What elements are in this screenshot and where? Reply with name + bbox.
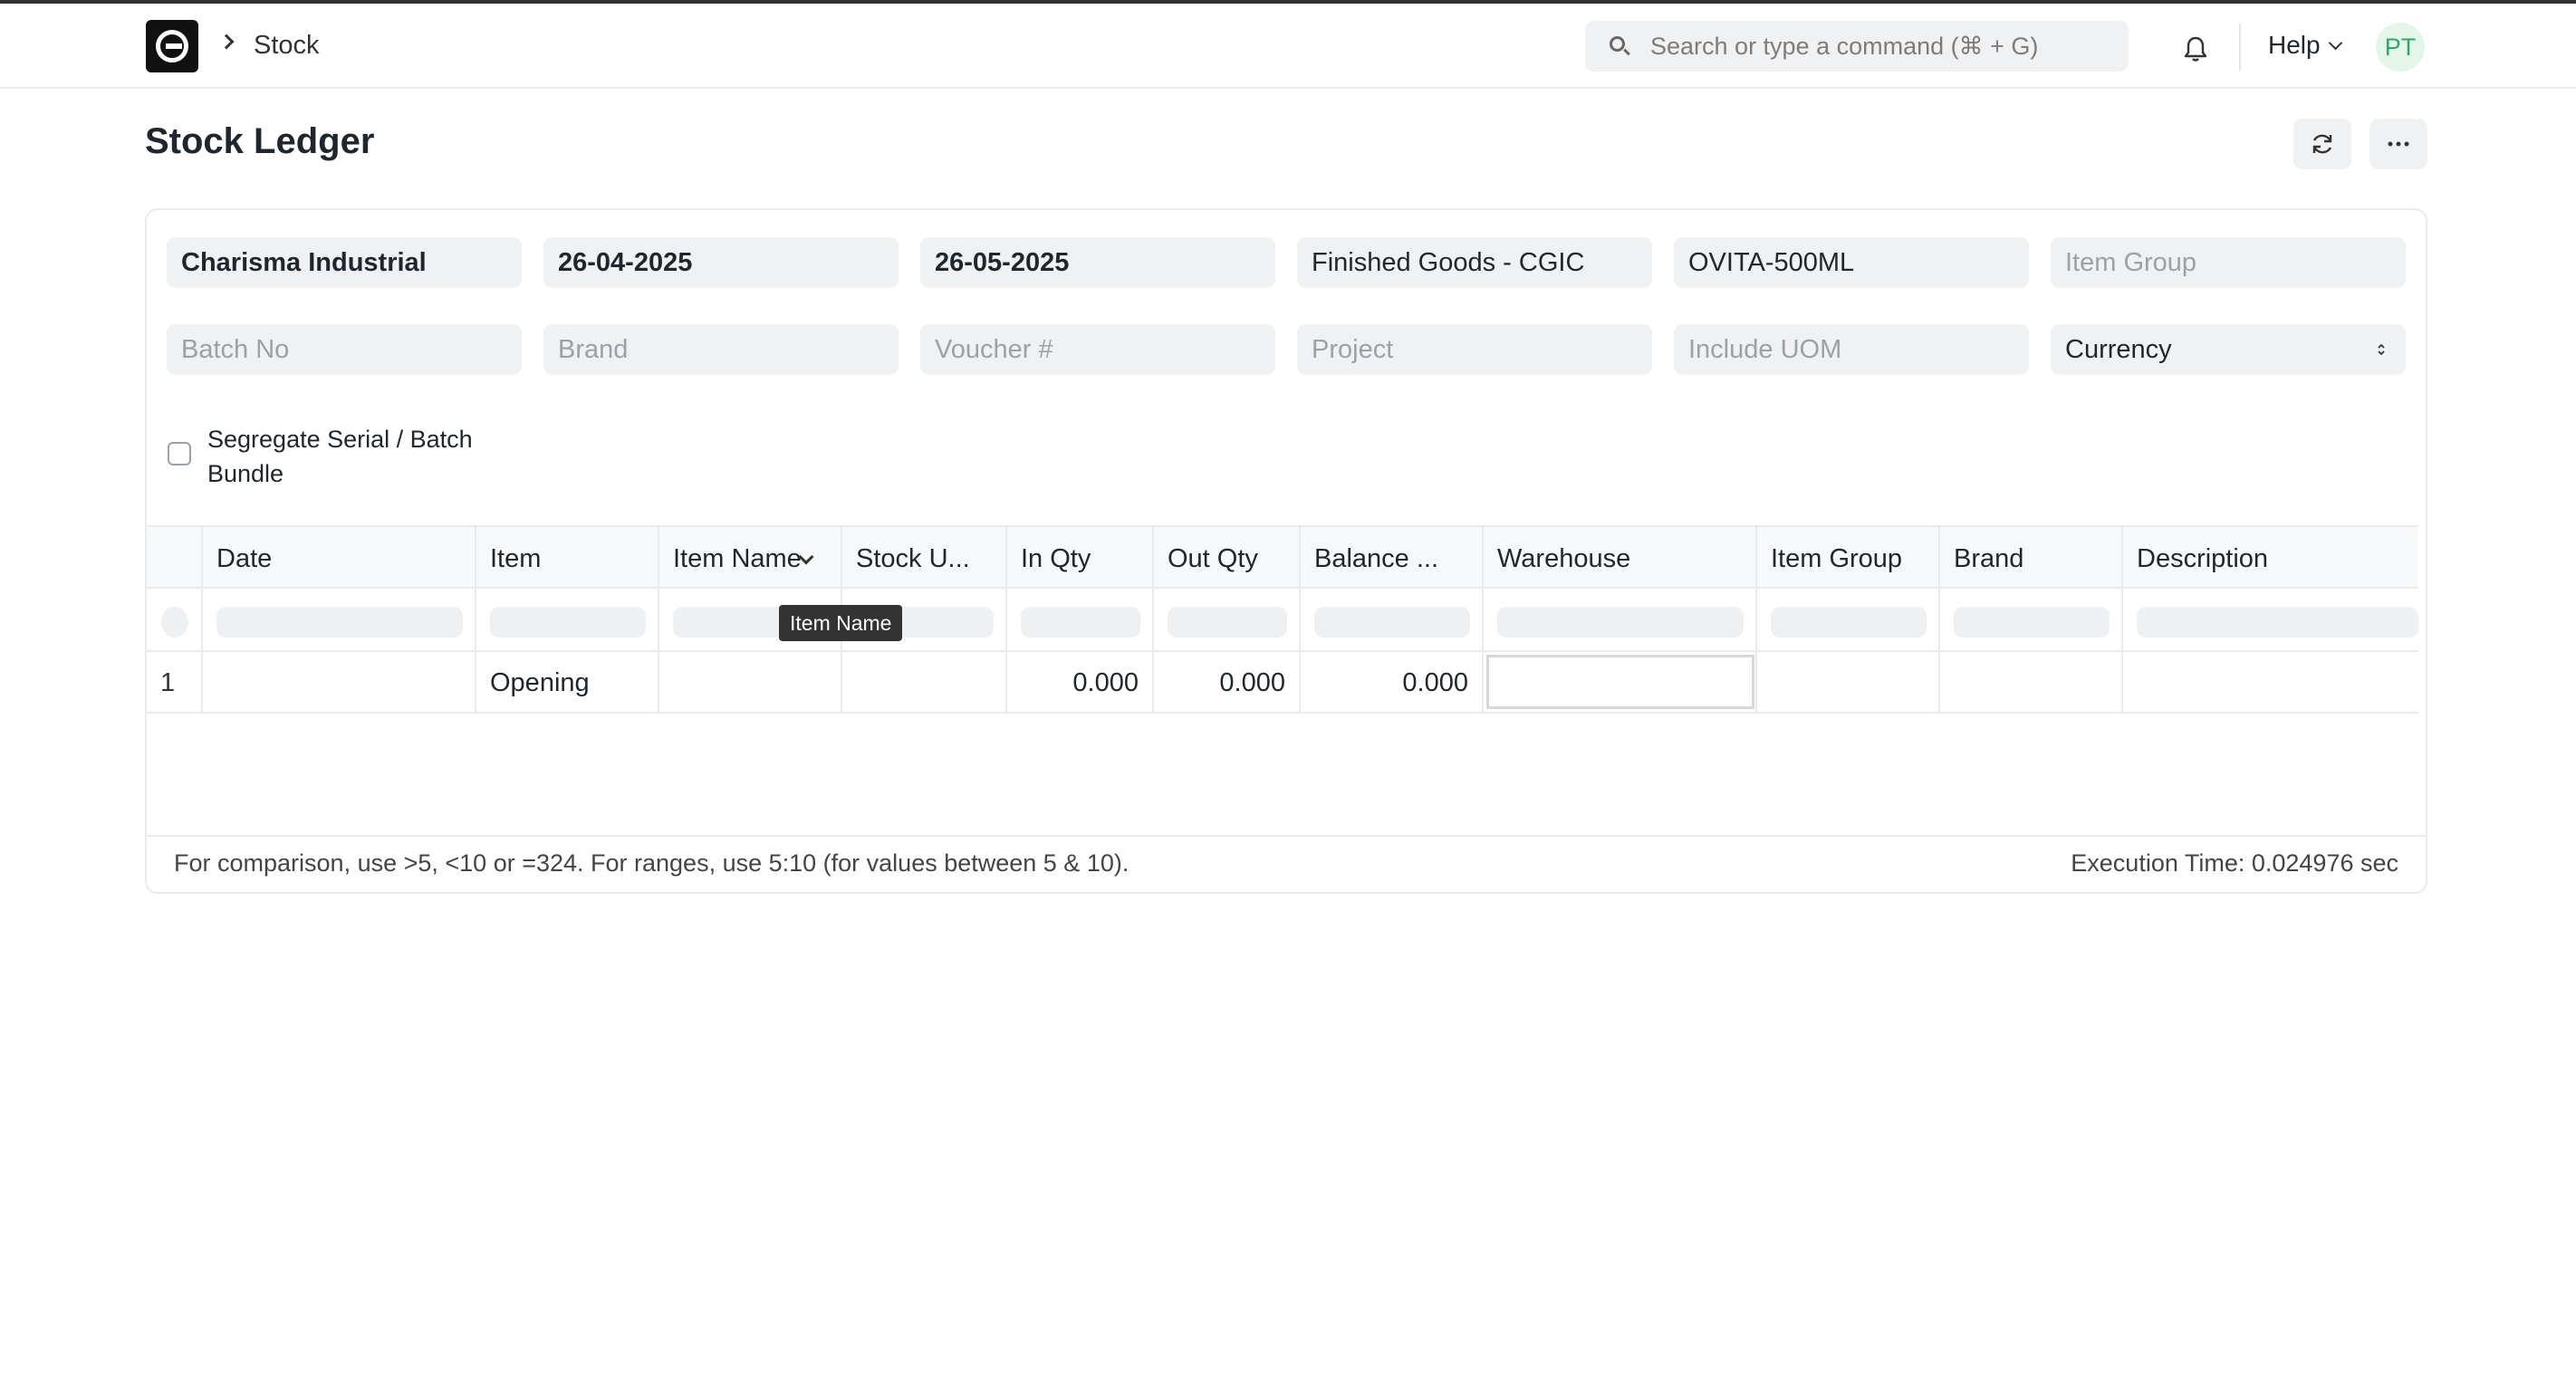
from-date-filter[interactable]: 26-04-2025	[543, 237, 899, 288]
filter-input-balance-qty[interactable]	[1314, 607, 1470, 638]
breadcrumb-stock[interactable]: Stock	[254, 31, 320, 61]
filter-hint-text: For comparison, use >5, <10 or =324. For…	[174, 849, 1129, 877]
column-tooltip: Item Name	[779, 605, 903, 641]
breadcrumb-chevron-icon	[218, 34, 235, 50]
filter-cell-item	[476, 589, 659, 650]
column-header-item-group[interactable]: Item Group	[1757, 527, 1940, 587]
company-filter[interactable]: Charisma Industrial	[167, 237, 522, 288]
execution-time: Execution Time: 0.024976 sec	[2071, 849, 2398, 877]
report-card: Charisma Industrial 26-04-2025 26-05-202…	[145, 208, 2427, 894]
brand-filter[interactable]: Brand	[543, 324, 899, 375]
user-avatar[interactable]: PT	[2376, 23, 2425, 72]
filter-cell-warehouse	[1484, 589, 1757, 650]
select-updown-icon	[2378, 343, 2385, 356]
cell-date[interactable]	[203, 652, 476, 712]
filter-cell-description	[2123, 589, 2418, 650]
search-placeholder: Search or type a command (⌘ + G)	[1650, 33, 2039, 60]
search-icon	[1610, 36, 1630, 56]
help-chevron-down-icon[interactable]	[2328, 35, 2343, 51]
table-row: 1 Opening 0.000 0.000 0.000	[147, 652, 2418, 714]
column-header-stock-uom[interactable]: Stock U...	[842, 527, 1007, 587]
cell-warehouse-focused[interactable]	[1484, 652, 1757, 712]
refresh-button[interactable]	[2293, 119, 2351, 169]
currency-select-value: Currency	[2065, 335, 2172, 364]
help-menu[interactable]: Help	[2268, 31, 2321, 60]
column-header-description[interactable]: Description	[2123, 527, 2418, 587]
filter-input-out-qty[interactable]	[1168, 607, 1287, 638]
app-logo[interactable]	[146, 20, 198, 72]
filter-cell-brand	[1940, 589, 2123, 650]
table-filter-row	[147, 589, 2418, 652]
item-group-filter[interactable]: Item Group	[2051, 237, 2406, 288]
navbar-divider	[2239, 24, 2241, 71]
row-index-header	[147, 527, 203, 587]
logo-mark-icon	[156, 30, 188, 62]
column-header-date[interactable]: Date	[203, 527, 476, 587]
page-title: Stock Ledger	[145, 121, 375, 161]
column-header-brand[interactable]: Brand	[1940, 527, 2123, 587]
cell-stock-uom[interactable]	[842, 652, 1007, 712]
more-dots-icon	[2388, 141, 2409, 147]
filter-cell-item-group	[1757, 589, 1940, 650]
project-filter[interactable]: Project	[1297, 324, 1652, 375]
filter-input-item-group[interactable]	[1771, 607, 1927, 638]
refresh-icon	[2312, 134, 2332, 154]
navbar: Stock Search or type a command (⌘ + G) H…	[0, 4, 2576, 89]
notification-bell-icon[interactable]	[2181, 34, 2210, 63]
cell-item-group[interactable]	[1757, 652, 1940, 712]
column-header-balance-qty[interactable]: Balance ...	[1301, 527, 1484, 587]
filter-input-brand[interactable]	[1954, 607, 2110, 638]
filter-cell-in-qty	[1007, 589, 1154, 650]
filter-input-warehouse[interactable]	[1497, 607, 1744, 638]
filter-input-description[interactable]	[2137, 607, 2418, 638]
row-index[interactable]: 1	[147, 652, 203, 712]
search-bar[interactable]: Search or type a command (⌘ + G)	[1585, 21, 2129, 72]
segregate-checkbox[interactable]	[168, 442, 191, 465]
voucher-filter[interactable]: Voucher #	[920, 324, 1275, 375]
row-select-all-toggle[interactable]	[161, 607, 188, 638]
filter-row-index-cell	[147, 589, 203, 650]
currency-select[interactable]: Currency	[2051, 324, 2406, 375]
filter-cell-date	[203, 589, 476, 650]
footer-divider	[147, 835, 2426, 837]
cell-out-qty[interactable]: 0.000	[1154, 652, 1301, 712]
column-header-out-qty[interactable]: Out Qty	[1154, 527, 1301, 587]
batch-no-filter[interactable]: Batch No	[167, 324, 522, 375]
more-actions-button[interactable]	[2369, 119, 2427, 169]
cell-description[interactable]	[2123, 652, 2418, 712]
warehouse-filter[interactable]: Finished Goods - CGIC	[1297, 237, 1652, 288]
filter-cell-out-qty	[1154, 589, 1301, 650]
cell-balance-qty[interactable]: 0.000	[1301, 652, 1484, 712]
filter-input-date[interactable]	[216, 607, 463, 638]
column-header-item[interactable]: Item	[476, 527, 659, 587]
item-filter[interactable]: OVITA-500ML	[1674, 237, 2029, 288]
column-header-item-name[interactable]: Item Name	[659, 527, 842, 587]
cell-item[interactable]: Opening	[476, 652, 659, 712]
column-header-warehouse[interactable]: Warehouse	[1484, 527, 1757, 587]
table-header-row: Date Item Item Name Stock U... In Qty Ou…	[147, 525, 2418, 589]
filter-input-in-qty[interactable]	[1021, 607, 1140, 638]
cell-brand[interactable]	[1940, 652, 2123, 712]
filter-input-item[interactable]	[490, 607, 646, 638]
cell-in-qty[interactable]: 0.000	[1007, 652, 1154, 712]
column-header-in-qty[interactable]: In Qty	[1007, 527, 1154, 587]
cell-item-name[interactable]	[659, 652, 842, 712]
filter-cell-balance-qty	[1301, 589, 1484, 650]
segregate-checkbox-label[interactable]: Segregate Serial / Batch Bundle	[207, 422, 533, 491]
to-date-filter[interactable]: 26-05-2025	[920, 237, 1275, 288]
include-uom-filter[interactable]: Include UOM	[1674, 324, 2029, 375]
